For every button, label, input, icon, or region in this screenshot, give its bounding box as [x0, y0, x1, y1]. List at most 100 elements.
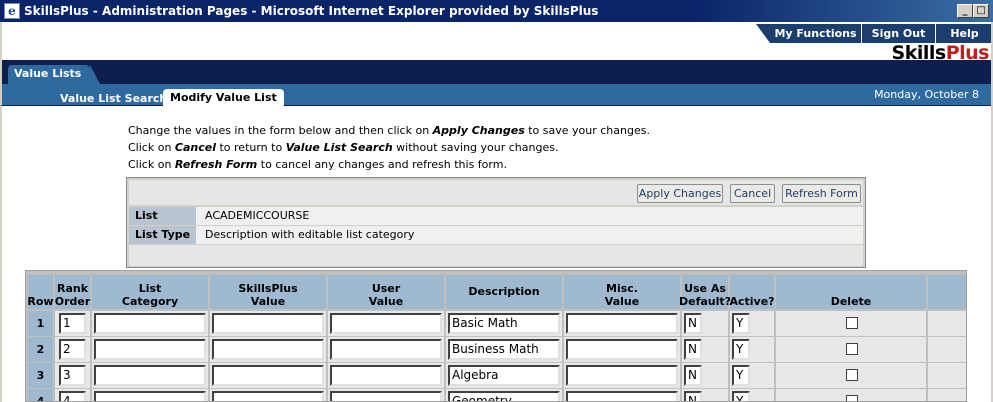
hdr-line1: User	[371, 282, 401, 295]
delete-checkbox[interactable]	[846, 395, 858, 401]
list-type-row: List Type Description with editable list…	[129, 226, 863, 244]
instr-text: to return to	[215, 141, 286, 154]
delete-checkbox[interactable]	[846, 369, 858, 381]
skillsplus-value-input[interactable]	[212, 339, 324, 360]
instruction-line-2: Click on Cancel to return to Value List …	[128, 141, 558, 154]
list-name-label: List Name	[129, 207, 196, 240]
cancel-button[interactable]: Cancel	[730, 184, 775, 203]
instruction-line-3: Click on Refresh Form to cancel any chan…	[128, 158, 507, 171]
user-value-input[interactable]	[330, 339, 442, 360]
window-title-bar: e SkillsPlus - Administration Pages - Mi…	[0, 0, 993, 22]
header-extra	[928, 275, 966, 309]
subtab-value-list-search[interactable]: Value List Search	[60, 92, 167, 105]
header-misc-label: Misc. Value	[605, 282, 639, 308]
misc-value-input[interactable]	[566, 339, 678, 360]
rank-order-input[interactable]: 1	[59, 313, 86, 334]
list-category-input[interactable]	[94, 365, 206, 386]
misc-value-input[interactable]	[566, 365, 678, 386]
hdr-line2: Value	[250, 295, 286, 308]
current-date: Monday, October 8	[874, 88, 979, 101]
header-rank-label: Rank Order	[55, 282, 91, 308]
use-as-default-input[interactable]: N	[684, 313, 702, 334]
list-name-value: ACADEMICCOURSE	[205, 209, 310, 222]
my-functions-label: My Functions	[774, 27, 857, 40]
sign-out-link[interactable]: Sign Out	[861, 24, 935, 43]
tab-slant	[756, 24, 770, 43]
instruction-line-1: Change the values in the form below and …	[128, 124, 650, 137]
user-value-input[interactable]	[330, 391, 442, 401]
header-rank-order: Rank Order	[55, 275, 90, 309]
instr-text: to save your changes.	[524, 124, 650, 137]
use-as-default-input[interactable]: N	[684, 391, 702, 401]
use-as-default-input[interactable]: N	[684, 365, 702, 386]
skillsplus-value-input[interactable]	[212, 365, 324, 386]
list-type-value: Description with editable list category	[205, 228, 415, 241]
header-row-label: Row	[27, 295, 54, 308]
header-active: Active?	[729, 275, 775, 309]
active-input[interactable]: Y	[732, 391, 750, 401]
header-misc-value: Misc. Value	[564, 275, 680, 309]
rank-order-input[interactable]: 2	[59, 339, 86, 360]
subtab-modify-value-list[interactable]: Modify Value List	[163, 89, 284, 106]
misc-value-input[interactable]	[566, 391, 678, 401]
refresh-form-button[interactable]: Refresh Form	[782, 184, 861, 203]
header-spv-label: SkillsPlus Value	[238, 282, 297, 308]
header-skillsplus-value: SkillsPlus Value	[210, 275, 326, 309]
row-number: 2	[28, 337, 53, 362]
description-input[interactable]: Business Math	[448, 339, 560, 360]
description-input[interactable]: Algebra	[448, 365, 560, 386]
row-number: 4	[28, 389, 53, 401]
instr-text: to cancel any changes and refresh this f…	[257, 158, 507, 171]
active-input[interactable]: Y	[732, 365, 750, 386]
action-button-row: Apply Changes Cancel Refresh Form	[129, 180, 863, 205]
hdr-line1: SkillsPlus	[238, 282, 298, 295]
help-link[interactable]: Help	[935, 24, 993, 43]
grid-cell	[928, 389, 966, 401]
header-delete: Delete	[776, 275, 926, 309]
rank-order-input[interactable]: 4	[59, 391, 86, 401]
description-input[interactable]: Basic Math	[448, 313, 560, 334]
row-number: 3	[28, 363, 53, 388]
header-user-value: User Value	[328, 275, 444, 309]
grid-cell	[928, 337, 966, 362]
list-type-label: List Type	[129, 226, 196, 244]
tab-value-lists[interactable]: Value Lists	[8, 65, 100, 84]
instr-text: Change the values in the form below and …	[128, 124, 433, 137]
header-default-label: Use As Default?	[679, 282, 731, 308]
user-value-input[interactable]	[330, 365, 442, 386]
header-list-category: List Category	[92, 275, 208, 309]
instr-emph: Value List Search	[285, 141, 393, 154]
grid-cell	[928, 363, 966, 388]
minimize-button[interactable]: _	[957, 4, 973, 18]
list-category-input[interactable]	[94, 313, 206, 334]
rank-order-input[interactable]: 3	[59, 365, 86, 386]
list-category-input[interactable]	[94, 391, 206, 401]
active-input[interactable]: Y	[732, 339, 750, 360]
skillsplus-value-input[interactable]	[212, 313, 324, 334]
hdr-line2: Value	[604, 295, 640, 308]
value-list-grid: Row Rank Order List Category SkillsPlus Val…	[25, 270, 967, 402]
delete-checkbox[interactable]	[846, 343, 858, 355]
instr-emph: Apply Changes	[432, 124, 525, 137]
skillsplus-value-input[interactable]	[212, 391, 324, 401]
active-input[interactable]: Y	[732, 313, 750, 334]
my-functions-link[interactable]: My Functions	[756, 24, 861, 43]
grid-cell	[928, 311, 966, 336]
maximize-button[interactable]: □	[973, 4, 989, 18]
row-number: 1	[28, 311, 53, 336]
instr-emph: Cancel	[174, 141, 216, 154]
hdr-line1: List	[138, 282, 162, 295]
use-as-default-input[interactable]: N	[684, 339, 702, 360]
ie-icon: e	[4, 3, 20, 19]
description-input[interactable]: Geometry	[448, 391, 560, 401]
instr-text: Click on	[128, 141, 175, 154]
list-category-input[interactable]	[94, 339, 206, 360]
apply-changes-button[interactable]: Apply Changes	[637, 184, 723, 203]
misc-value-input[interactable]	[566, 313, 678, 334]
sub-tab-bar: Value List Search Modify Value List Mond…	[0, 84, 993, 106]
hdr-line1: Use As	[684, 282, 726, 295]
help-label: Help	[950, 27, 979, 40]
user-value-input[interactable]	[330, 313, 442, 334]
header-uv-label: User Value	[369, 282, 403, 308]
delete-checkbox[interactable]	[846, 317, 858, 329]
